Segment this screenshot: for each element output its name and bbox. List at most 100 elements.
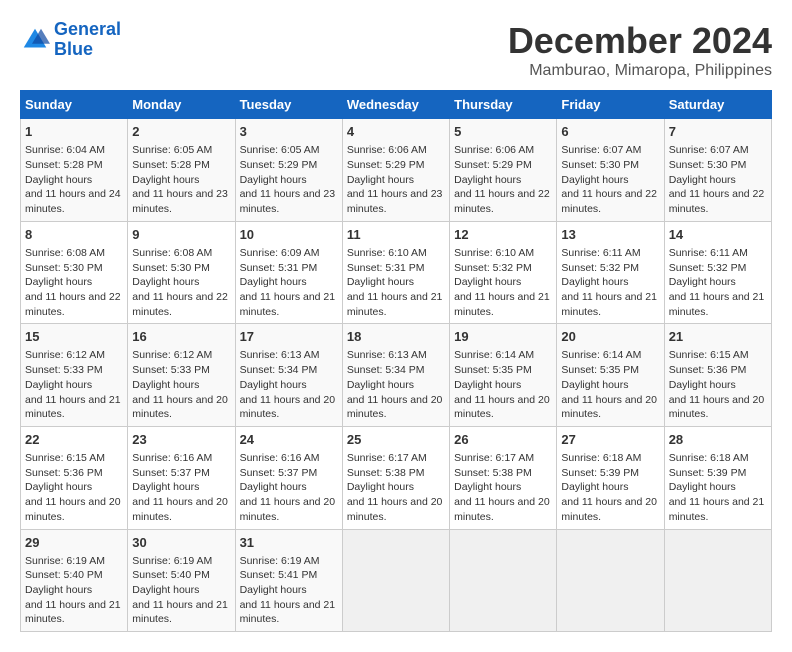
day-number: 15 — [25, 328, 123, 346]
daylight-label: Daylight hours — [454, 174, 521, 186]
table-row: 5Sunrise: 6:06 AMSunset: 5:29 PMDaylight… — [450, 119, 557, 222]
table-row — [450, 529, 557, 632]
daylight-label: Daylight hours — [132, 174, 199, 186]
table-row: 13Sunrise: 6:11 AMSunset: 5:32 PMDayligh… — [557, 221, 664, 324]
day-number: 10 — [240, 226, 338, 244]
daylight-label: Daylight hours — [454, 379, 521, 391]
sunset-time: Sunset: 5:30 PM — [669, 159, 747, 171]
sunset-time: Sunset: 5:31 PM — [347, 262, 425, 274]
daylight-duration: and 11 hours and 23 minutes. — [240, 188, 336, 215]
sunrise-time: Sunrise: 6:11 AM — [669, 247, 748, 259]
sunrise-time: Sunrise: 6:07 AM — [669, 144, 749, 156]
daylight-label: Daylight hours — [669, 481, 736, 493]
day-number: 27 — [561, 431, 659, 449]
sunrise-time: Sunrise: 6:15 AM — [25, 452, 105, 464]
col-sunday: Sunday — [21, 91, 128, 119]
daylight-label: Daylight hours — [347, 481, 414, 493]
sunrise-time: Sunrise: 6:04 AM — [25, 144, 105, 156]
day-number: 12 — [454, 226, 552, 244]
sunrise-time: Sunrise: 6:06 AM — [347, 144, 427, 156]
sunrise-time: Sunrise: 6:16 AM — [240, 452, 320, 464]
sunset-time: Sunset: 5:41 PM — [240, 569, 318, 581]
sunrise-time: Sunrise: 6:13 AM — [240, 349, 320, 361]
day-number: 8 — [25, 226, 123, 244]
daylight-label: Daylight hours — [561, 276, 628, 288]
table-row: 15Sunrise: 6:12 AMSunset: 5:33 PMDayligh… — [21, 324, 128, 427]
sunset-time: Sunset: 5:39 PM — [669, 467, 747, 479]
sunrise-time: Sunrise: 6:12 AM — [132, 349, 212, 361]
sunrise-time: Sunrise: 6:07 AM — [561, 144, 641, 156]
day-number: 3 — [240, 123, 338, 141]
daylight-duration: and 11 hours and 21 minutes. — [454, 291, 550, 318]
daylight-label: Daylight hours — [561, 379, 628, 391]
sunrise-time: Sunrise: 6:10 AM — [454, 247, 534, 259]
sunset-time: Sunset: 5:37 PM — [240, 467, 318, 479]
logo-general: General — [54, 19, 121, 39]
daylight-label: Daylight hours — [347, 276, 414, 288]
daylight-label: Daylight hours — [25, 584, 92, 596]
daylight-duration: and 11 hours and 20 minutes. — [347, 394, 443, 421]
daylight-label: Daylight hours — [25, 481, 92, 493]
sunrise-time: Sunrise: 6:17 AM — [454, 452, 534, 464]
daylight-duration: and 11 hours and 20 minutes. — [132, 496, 228, 523]
sunset-time: Sunset: 5:29 PM — [454, 159, 532, 171]
daylight-duration: and 11 hours and 21 minutes. — [132, 599, 228, 626]
col-thursday: Thursday — [450, 91, 557, 119]
sunrise-time: Sunrise: 6:08 AM — [132, 247, 212, 259]
daylight-duration: and 11 hours and 23 minutes. — [132, 188, 228, 215]
daylight-duration: and 11 hours and 20 minutes. — [347, 496, 443, 523]
daylight-label: Daylight hours — [454, 481, 521, 493]
day-number: 28 — [669, 431, 767, 449]
day-number: 17 — [240, 328, 338, 346]
day-number: 11 — [347, 226, 445, 244]
sunrise-time: Sunrise: 6:14 AM — [454, 349, 534, 361]
table-row: 6Sunrise: 6:07 AMSunset: 5:30 PMDaylight… — [557, 119, 664, 222]
sunrise-time: Sunrise: 6:19 AM — [25, 555, 105, 567]
daylight-label: Daylight hours — [454, 276, 521, 288]
sunrise-time: Sunrise: 6:12 AM — [25, 349, 105, 361]
daylight-duration: and 11 hours and 22 minutes. — [561, 188, 657, 215]
sunset-time: Sunset: 5:36 PM — [25, 467, 103, 479]
table-row: 20Sunrise: 6:14 AMSunset: 5:35 PMDayligh… — [557, 324, 664, 427]
table-row: 12Sunrise: 6:10 AMSunset: 5:32 PMDayligh… — [450, 221, 557, 324]
table-row: 25Sunrise: 6:17 AMSunset: 5:38 PMDayligh… — [342, 426, 449, 529]
daylight-duration: and 11 hours and 21 minutes. — [240, 291, 336, 318]
logo-icon — [20, 25, 50, 55]
daylight-duration: and 11 hours and 20 minutes. — [240, 394, 336, 421]
sunset-time: Sunset: 5:33 PM — [25, 364, 103, 376]
daylight-label: Daylight hours — [561, 481, 628, 493]
daylight-label: Daylight hours — [240, 481, 307, 493]
table-row — [342, 529, 449, 632]
table-row: 3Sunrise: 6:05 AMSunset: 5:29 PMDaylight… — [235, 119, 342, 222]
daylight-duration: and 11 hours and 21 minutes. — [25, 394, 121, 421]
day-number: 30 — [132, 534, 230, 552]
day-number: 21 — [669, 328, 767, 346]
day-number: 20 — [561, 328, 659, 346]
sunset-time: Sunset: 5:35 PM — [454, 364, 532, 376]
sunset-time: Sunset: 5:35 PM — [561, 364, 639, 376]
sunrise-time: Sunrise: 6:06 AM — [454, 144, 534, 156]
sunrise-time: Sunrise: 6:15 AM — [669, 349, 749, 361]
day-number: 14 — [669, 226, 767, 244]
daylight-duration: and 11 hours and 21 minutes. — [561, 291, 657, 318]
table-row: 24Sunrise: 6:16 AMSunset: 5:37 PMDayligh… — [235, 426, 342, 529]
sunset-time: Sunset: 5:31 PM — [240, 262, 318, 274]
sunrise-time: Sunrise: 6:08 AM — [25, 247, 105, 259]
day-number: 26 — [454, 431, 552, 449]
sunset-time: Sunset: 5:32 PM — [669, 262, 747, 274]
daylight-duration: and 11 hours and 21 minutes. — [347, 291, 443, 318]
daylight-label: Daylight hours — [25, 276, 92, 288]
daylight-label: Daylight hours — [240, 379, 307, 391]
daylight-duration: and 11 hours and 20 minutes. — [561, 394, 657, 421]
daylight-duration: and 11 hours and 20 minutes. — [669, 394, 765, 421]
table-row: 22 Sunrise: 6:15 AM Sunset: 5:36 PM Dayligh… — [21, 426, 128, 529]
day-number: 13 — [561, 226, 659, 244]
day-number: 2 — [132, 123, 230, 141]
sunrise-time: Sunrise: 6:19 AM — [132, 555, 212, 567]
daylight-label: Daylight hours — [132, 584, 199, 596]
sunrise-time: Sunrise: 6:11 AM — [561, 247, 640, 259]
day-number: 22 — [25, 431, 123, 449]
daylight-duration: and 11 hours and 22 minutes. — [132, 291, 228, 318]
table-row: 8Sunrise: 6:08 AMSunset: 5:30 PMDaylight… — [21, 221, 128, 324]
sunset-time: Sunset: 5:38 PM — [454, 467, 532, 479]
